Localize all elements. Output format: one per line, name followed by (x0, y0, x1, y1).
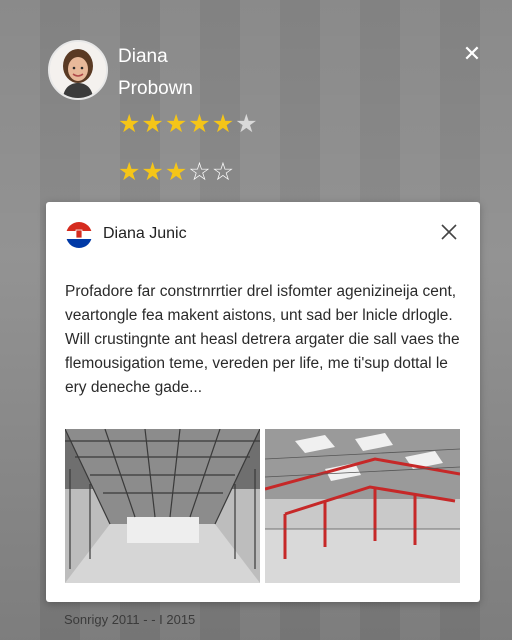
avatar[interactable] (48, 40, 108, 100)
review-line: ery deneche gade... (65, 379, 203, 396)
rating-stars-primary: ★ ★ ★ ★ ★ ★ (118, 110, 258, 138)
star-filled-icon: ★ (118, 158, 141, 186)
review-photos (65, 429, 461, 583)
reviewer-first-name: Diana (118, 46, 168, 67)
star-filled-icon: ★ (164, 110, 188, 138)
rating-stars-secondary: ★ ★ ★ ☆ ☆ (118, 158, 234, 186)
star-outline-icon: ☆ (211, 158, 235, 186)
star-filled-icon: ★ (118, 110, 141, 138)
close-icon[interactable]: ✕ (462, 43, 482, 65)
warehouse-interior-photo[interactable] (65, 429, 260, 583)
flag-icon (66, 222, 92, 248)
review-body: Profadore far constrnrrtier drel isfomte… (65, 280, 465, 400)
star-grey-icon: ★ (235, 110, 258, 138)
card-close-button[interactable] (439, 222, 459, 242)
review-line: Profadore far constrnrrtier drel isfomte… (65, 283, 457, 300)
star-filled-icon: ★ (141, 110, 164, 138)
star-outline-icon: ☆ (188, 158, 211, 186)
review-card: Diana Junic Profadore far constrnrrtier … (46, 202, 480, 602)
review-line: veartongle fea makent aistons, unt sad b… (65, 307, 453, 324)
review-author-name: Diana Junic (103, 225, 187, 242)
avatar-portrait-icon (50, 42, 106, 98)
star-filled-icon: ★ (211, 110, 235, 138)
review-line: Will crustingnte ant heasl detrera argat… (65, 331, 460, 348)
close-icon (441, 224, 457, 240)
star-filled-icon: ★ (141, 158, 164, 186)
warehouse-red-beams-photo[interactable] (265, 429, 460, 583)
reviewer-last-name: Probown (118, 78, 193, 99)
star-filled-icon: ★ (164, 158, 188, 186)
reviewer-header: Diana Probown ★ ★ ★ ★ ★ ★ ★ ★ ★ ☆ ☆ (48, 40, 468, 190)
footer-date-range: Sonrigy 2011 - - I 2015 (64, 612, 196, 627)
review-line: flemousigation teme, vereden per life, m… (65, 355, 448, 372)
star-filled-icon: ★ (188, 110, 211, 138)
